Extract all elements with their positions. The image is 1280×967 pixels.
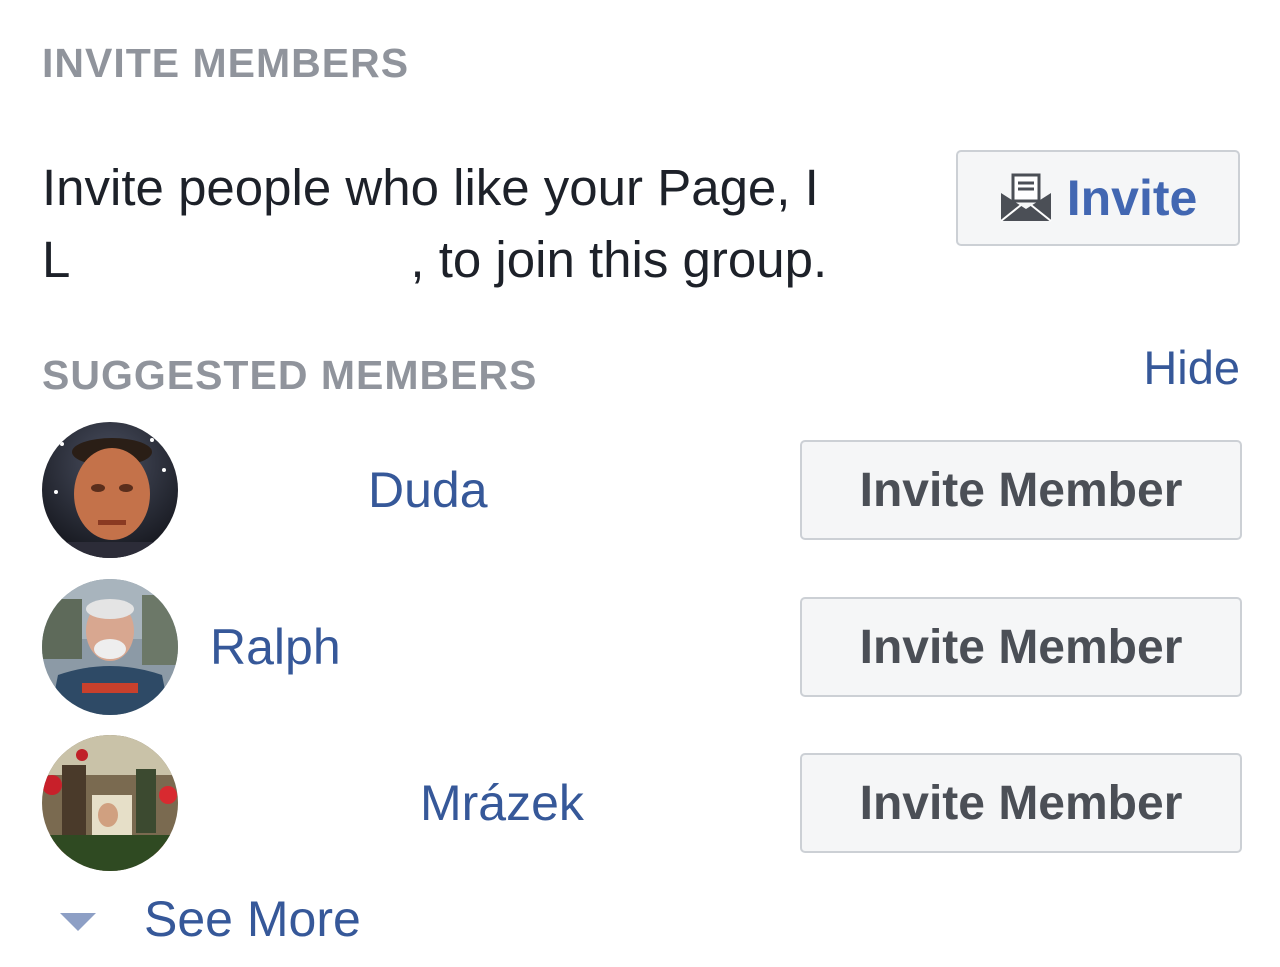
- invite-description: Invite people who like your Page, I L , t…: [42, 152, 922, 296]
- invite-description-line2-end: , to join this group.: [410, 231, 828, 288]
- member-name[interactable]: Duda: [368, 460, 488, 520]
- see-more-link[interactable]: See More: [60, 890, 361, 948]
- redacted-text: [70, 267, 410, 277]
- hide-link[interactable]: Hide: [1143, 340, 1240, 395]
- invite-description-line2-start: L: [42, 231, 71, 288]
- invite-member-button[interactable]: Invite Member: [800, 753, 1242, 853]
- invite-button-label: Invite: [1066, 170, 1198, 226]
- avatar[interactable]: [42, 422, 178, 558]
- invite-member-button[interactable]: Invite Member: [800, 597, 1242, 697]
- invite-member-button[interactable]: Invite Member: [800, 440, 1242, 540]
- suggested-members-heading: SUGGESTED MEMBERS: [42, 352, 538, 398]
- member-row: Ralph Invite Member: [0, 579, 1280, 715]
- envelope-invite-icon: [999, 173, 1053, 223]
- invite-description-line1: Invite people who like your Page, I: [42, 159, 819, 216]
- invite-description-line2: L , to join this group.: [42, 224, 922, 296]
- member-name[interactable]: Mrázek: [420, 773, 584, 833]
- member-name[interactable]: Ralph: [210, 617, 341, 677]
- avatar[interactable]: [42, 735, 178, 871]
- invite-members-heading: INVITE MEMBERS: [42, 40, 410, 86]
- avatar[interactable]: [42, 579, 178, 715]
- caret-down-icon: [60, 913, 96, 931]
- see-more-label: See More: [144, 891, 361, 947]
- member-row: Duda Invite Member: [0, 422, 1280, 558]
- invite-button[interactable]: Invite: [956, 150, 1240, 246]
- member-row: Mrázek Invite Member: [0, 735, 1280, 871]
